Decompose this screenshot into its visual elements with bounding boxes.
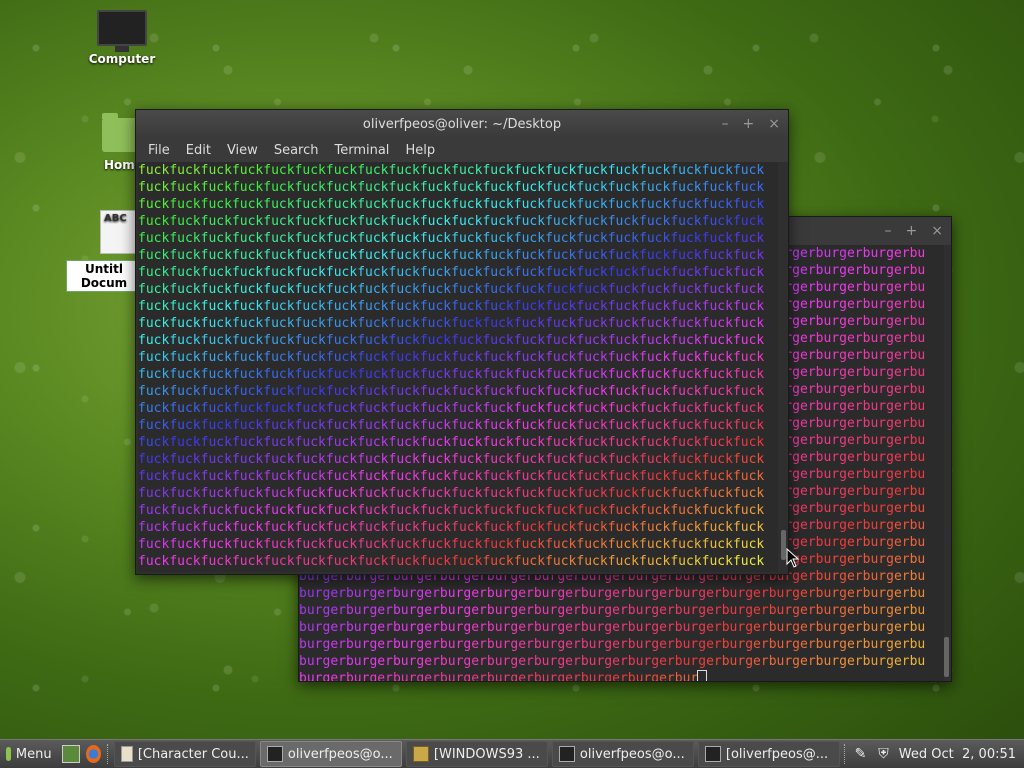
computer-icon (97, 10, 147, 52)
terminal-line: fuckfuckfuckfuckfuckfuckfuckfuckfuckfuck… (138, 537, 765, 552)
terminal-line: fuckfuckfuckfuckfuckfuckfuckfuckfuckfuck… (138, 214, 765, 229)
terminal-line: fuckfuckfuckfuckfuckfuckfuckfuckfuckfuck… (138, 554, 765, 569)
terminal-line: fuckfuckfuckfuckfuckfuckfuckfuckfuckfuck… (138, 180, 765, 195)
taskbar-window-label: oliverfpeos@o... (287, 746, 393, 762)
menu-edit[interactable]: Edit (178, 143, 219, 158)
menu-button[interactable]: Menu (0, 742, 58, 766)
taskbar-window-button[interactable]: oliverfpeos@o... (551, 741, 694, 767)
terminal-line: fuckfuckfuckfuckfuckfuckfuckfuckfuckfuck… (138, 486, 765, 501)
firefox-icon[interactable] (86, 745, 102, 763)
terminal-line: fuckfuckfuckfuckfuckfuckfuckfuckfuckfuck… (138, 401, 765, 416)
menu-label: Menu (15, 746, 52, 762)
terminal-line: burgerburgerburgerburgerburgerburgerburg… (299, 620, 926, 635)
terminal-output[interactable]: fuckfuckfuckfuckfuckfuckfuckfuckfuckfuck… (138, 162, 778, 572)
menu-search[interactable]: Search (266, 143, 327, 158)
terminal-line: fuckfuckfuckfuckfuckfuckfuckfuckfuckfuck… (138, 282, 765, 297)
network-icon[interactable]: ✎ (855, 746, 867, 762)
desktop-icon-label: Computer (88, 52, 156, 66)
taskbar-window-label: oliverfpeos@o... (579, 746, 685, 762)
show-desktop-icon[interactable] (61, 745, 81, 763)
terminal-icon (266, 746, 283, 762)
mouse-cursor-icon (786, 548, 800, 568)
terminal-line: fuckfuckfuckfuckfuckfuckfuckfuckfuckfuck… (138, 384, 765, 399)
taskbar-window-button[interactable]: oliverfpeos@o... (259, 741, 402, 767)
separator (107, 744, 110, 764)
terminal-line: burgerburgerburgerburgerburgerburgerburg… (299, 603, 926, 618)
terminal-line: fuckfuckfuckfuckfuckfuckfuckfuckfuckfuck… (138, 435, 765, 450)
terminal-icon (704, 746, 721, 762)
window-title: oliverfpeos@oliver: ~/Desktop (362, 116, 562, 132)
terminal-window-front[interactable]: oliverfpeos@oliver: ~/Desktop – + × File… (135, 109, 789, 575)
taskbar-window-button[interactable]: [WINDOWS93 ... (405, 741, 548, 767)
terminal-line: fuckfuckfuckfuckfuckfuckfuckfuckfuckfuck… (138, 469, 765, 484)
maximize-button[interactable]: + (906, 223, 918, 239)
maximize-button[interactable]: + (743, 116, 755, 132)
titlebar[interactable]: oliverfpeos@oliver: ~/Desktop – + × (136, 110, 788, 138)
terminal-line: fuckfuckfuckfuckfuckfuckfuckfuckfuckfuck… (138, 163, 765, 178)
taskbar-window-button[interactable]: [Character Cou... (113, 741, 256, 767)
scrollbar[interactable] (944, 637, 949, 677)
document-icon: ABC (100, 210, 138, 254)
terminal-prompt-line: burgerburgerburgerburgerburgerburgerburg… (299, 670, 944, 681)
taskbar-window-label: [WINDOWS93 ... (433, 746, 540, 762)
menu-help[interactable]: Help (397, 143, 443, 158)
taskbar-window-label: [oliverfpeos@... (725, 746, 829, 762)
taskbar: Menu [Character Cou... oliverfpeos@o... [W… (0, 739, 1024, 768)
terminal-line: fuckfuckfuckfuckfuckfuckfuckfuckfuckfuck… (138, 299, 765, 314)
terminal-line: fuckfuckfuckfuckfuckfuckfuckfuckfuckfuck… (138, 197, 765, 212)
menu-bar: File Edit View Search Terminal Help (136, 138, 788, 162)
menu-file[interactable]: File (140, 143, 178, 158)
terminal-icon (558, 746, 575, 762)
taskbar-window-label: [Character Cou... (137, 746, 249, 762)
terminal-line: burgerburgerburgerburgerburgerburgerburg… (299, 637, 926, 652)
taskbar-window-button[interactable]: [oliverfpeos@... (697, 741, 840, 767)
terminal-line: fuckfuckfuckfuckfuckfuckfuckfuckfuckfuck… (138, 520, 765, 535)
shield-icon[interactable]: ⛨ (878, 746, 889, 762)
window-list: [Character Cou... oliverfpeos@o... [WINDOW… (113, 741, 844, 767)
separator (843, 744, 847, 764)
desktop-icon-label: Untitl Docum (66, 260, 142, 292)
close-button[interactable]: × (768, 116, 780, 132)
clock[interactable]: Wed Oct 2, 00:51 (899, 747, 1016, 762)
terminal-line: fuckfuckfuckfuckfuckfuckfuckfuckfuckfuck… (138, 503, 765, 518)
terminal-line: burgerburgerburgerburgerburgerburgerburg… (299, 654, 926, 669)
terminal-line: fuckfuckfuckfuckfuckfuckfuckfuckfuckfuck… (138, 367, 765, 382)
desktop-icon-untitled-document[interactable]: ABC Untitl Docum (66, 210, 146, 292)
terminal-line: fuckfuckfuckfuckfuckfuckfuckfuckfuckfuck… (138, 231, 765, 246)
minimize-button[interactable]: – (885, 223, 892, 239)
minimize-button[interactable]: – (722, 116, 729, 132)
terminal-line: fuckfuckfuckfuckfuckfuckfuckfuckfuckfuck… (138, 452, 765, 467)
menu-view[interactable]: View (219, 143, 266, 158)
terminal-line: burgerburgerburgerburgerburgerburgerburg… (299, 586, 926, 601)
terminal-line: fuckfuckfuckfuckfuckfuckfuckfuckfuckfuck… (138, 248, 765, 263)
archive-icon (412, 746, 429, 762)
terminal-line: fuckfuckfuckfuckfuckfuckfuckfuckfuckfuck… (138, 265, 765, 280)
close-button[interactable]: × (931, 223, 943, 239)
window-controls: – + × (885, 217, 943, 245)
terminal-line: fuckfuckfuckfuckfuckfuckfuckfuckfuckfuck… (138, 316, 765, 331)
terminal-line: fuckfuckfuckfuckfuckfuckfuckfuckfuckfuck… (138, 333, 765, 348)
terminal-line: fuckfuckfuckfuckfuckfuckfuckfuckfuckfuck… (138, 418, 765, 433)
text-cursor (697, 670, 708, 681)
menu-terminal[interactable]: Terminal (326, 143, 397, 158)
text-editor-icon (120, 746, 133, 762)
terminal-line: fuckfuckfuckfuckfuckfuckfuckfuckfuckfuck… (138, 350, 765, 365)
desktop-icon-computer[interactable]: Computer (82, 10, 162, 66)
mint-logo-icon (6, 747, 11, 761)
window-controls: – + × (722, 110, 780, 138)
